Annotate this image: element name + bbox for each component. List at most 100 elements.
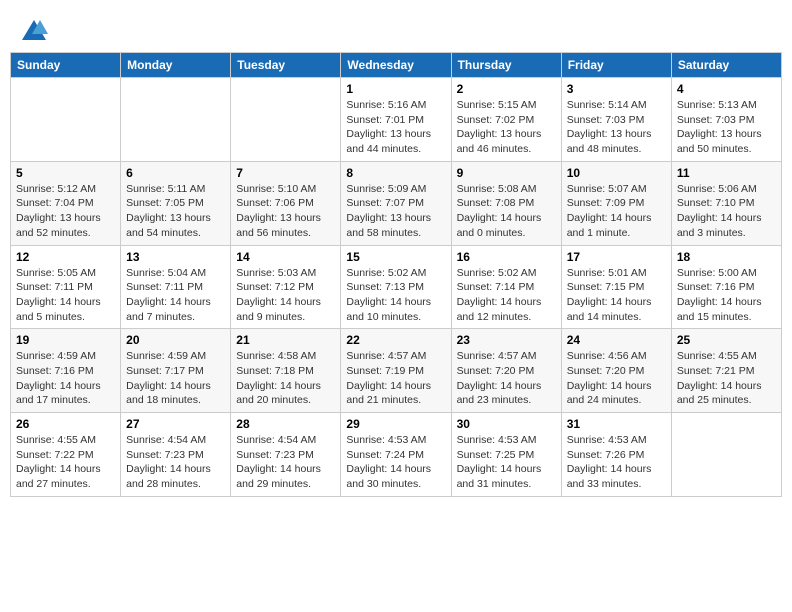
weekday-header-wednesday: Wednesday	[341, 53, 451, 78]
day-number: 9	[457, 166, 556, 180]
weekday-header-sunday: Sunday	[11, 53, 121, 78]
calendar-cell	[11, 78, 121, 162]
day-number: 6	[126, 166, 225, 180]
day-info: Sunrise: 5:13 AMSunset: 7:03 PMDaylight:…	[677, 98, 776, 157]
day-info: Sunrise: 4:58 AMSunset: 7:18 PMDaylight:…	[236, 349, 335, 408]
day-info: Sunrise: 4:55 AMSunset: 7:21 PMDaylight:…	[677, 349, 776, 408]
day-number: 3	[567, 82, 666, 96]
calendar-week-1: 1 Sunrise: 5:16 AMSunset: 7:01 PMDaylight…	[11, 78, 782, 162]
day-number: 26	[16, 417, 115, 431]
day-info: Sunrise: 5:00 AMSunset: 7:16 PMDaylight:…	[677, 266, 776, 325]
day-number: 23	[457, 333, 556, 347]
calendar-cell: 31 Sunrise: 4:53 AMSunset: 7:26 PMDayligh…	[561, 413, 671, 497]
day-number: 30	[457, 417, 556, 431]
calendar-cell: 2 Sunrise: 5:15 AMSunset: 7:02 PMDaylight…	[451, 78, 561, 162]
day-info: Sunrise: 5:07 AMSunset: 7:09 PMDaylight:…	[567, 182, 666, 241]
day-number: 7	[236, 166, 335, 180]
day-info: Sunrise: 5:15 AMSunset: 7:02 PMDaylight:…	[457, 98, 556, 157]
calendar-cell: 23Sunrise: 4:57 AMSunset: 7:20 PMDayligh…	[451, 329, 561, 413]
day-number: 13	[126, 250, 225, 264]
calendar-cell: 8Sunrise: 5:09 AMSunset: 7:07 PMDaylight…	[341, 161, 451, 245]
day-number: 31	[567, 417, 666, 431]
calendar-cell: 28 Sunrise: 4:54 AMSunset: 7:23 PMDayligh…	[231, 413, 341, 497]
calendar-cell: 4 Sunrise: 5:13 AMSunset: 7:03 PMDaylight…	[671, 78, 781, 162]
day-number: 2	[457, 82, 556, 96]
weekday-header-saturday: Saturday	[671, 53, 781, 78]
day-info: Sunrise: 5:02 AMSunset: 7:14 PMDaylight:…	[457, 266, 556, 325]
calendar-table: SundayMondayTuesdayWednesdayThursdayFrid…	[10, 52, 782, 497]
logo-icon	[20, 18, 48, 46]
day-info: Sunrise: 5:16 AMSunset: 7:01 PMDaylight:…	[346, 98, 445, 157]
day-info: Sunrise: 4:53 AMSunset: 7:26 PMDaylight:…	[567, 433, 666, 492]
calendar-cell: 6 Sunrise: 5:11 AMSunset: 7:05 PMDaylight…	[121, 161, 231, 245]
calendar-cell: 12Sunrise: 5:05 AMSunset: 7:11 PMDayligh…	[11, 245, 121, 329]
weekday-header-tuesday: Tuesday	[231, 53, 341, 78]
calendar-cell: 19Sunrise: 4:59 AMSunset: 7:16 PMDayligh…	[11, 329, 121, 413]
calendar-cell: 16 Sunrise: 5:02 AMSunset: 7:14 PMDayligh…	[451, 245, 561, 329]
calendar-cell: 13 Sunrise: 5:04 AMSunset: 7:11 PMDayligh…	[121, 245, 231, 329]
calendar-cell: 17 Sunrise: 5:01 AMSunset: 7:15 PMDayligh…	[561, 245, 671, 329]
day-number: 24	[567, 333, 666, 347]
day-number: 28	[236, 417, 335, 431]
weekday-header-friday: Friday	[561, 53, 671, 78]
calendar-cell: 29 Sunrise: 4:53 AMSunset: 7:24 PMDayligh…	[341, 413, 451, 497]
logo	[20, 18, 52, 46]
day-number: 15	[346, 250, 445, 264]
calendar-cell	[671, 413, 781, 497]
day-info: Sunrise: 5:10 AMSunset: 7:06 PMDaylight:…	[236, 182, 335, 241]
calendar-week-5: 26 Sunrise: 4:55 AMSunset: 7:22 PMDayligh…	[11, 413, 782, 497]
day-number: 17	[567, 250, 666, 264]
calendar-cell: 30 Sunrise: 4:53 AMSunset: 7:25 PMDayligh…	[451, 413, 561, 497]
calendar-week-4: 19Sunrise: 4:59 AMSunset: 7:16 PMDayligh…	[11, 329, 782, 413]
weekday-header-monday: Monday	[121, 53, 231, 78]
day-number: 1	[346, 82, 445, 96]
calendar-cell: 25Sunrise: 4:55 AMSunset: 7:21 PMDayligh…	[671, 329, 781, 413]
day-number: 20	[126, 333, 225, 347]
weekday-header-thursday: Thursday	[451, 53, 561, 78]
calendar-header: SundayMondayTuesdayWednesdayThursdayFrid…	[11, 53, 782, 78]
calendar-cell: 21Sunrise: 4:58 AMSunset: 7:18 PMDayligh…	[231, 329, 341, 413]
calendar-cell: 27 Sunrise: 4:54 AMSunset: 7:23 PMDayligh…	[121, 413, 231, 497]
calendar-cell: 22Sunrise: 4:57 AMSunset: 7:19 PMDayligh…	[341, 329, 451, 413]
day-number: 11	[677, 166, 776, 180]
calendar-cell	[231, 78, 341, 162]
calendar-cell: 10Sunrise: 5:07 AMSunset: 7:09 PMDayligh…	[561, 161, 671, 245]
calendar-cell: 20 Sunrise: 4:59 AMSunset: 7:17 PMDayligh…	[121, 329, 231, 413]
day-info: Sunrise: 5:14 AMSunset: 7:03 PMDaylight:…	[567, 98, 666, 157]
day-info: Sunrise: 5:01 AMSunset: 7:15 PMDaylight:…	[567, 266, 666, 325]
day-info: Sunrise: 4:53 AMSunset: 7:25 PMDaylight:…	[457, 433, 556, 492]
day-info: Sunrise: 5:03 AMSunset: 7:12 PMDaylight:…	[236, 266, 335, 325]
calendar-cell: 3 Sunrise: 5:14 AMSunset: 7:03 PMDaylight…	[561, 78, 671, 162]
calendar-cell: 11 Sunrise: 5:06 AMSunset: 7:10 PMDayligh…	[671, 161, 781, 245]
weekday-header-row: SundayMondayTuesdayWednesdayThursdayFrid…	[11, 53, 782, 78]
day-info: Sunrise: 4:59 AMSunset: 7:16 PMDaylight:…	[16, 349, 115, 408]
day-number: 14	[236, 250, 335, 264]
day-info: Sunrise: 5:05 AMSunset: 7:11 PMDaylight:…	[16, 266, 115, 325]
calendar-cell: 26 Sunrise: 4:55 AMSunset: 7:22 PMDayligh…	[11, 413, 121, 497]
day-info: Sunrise: 4:54 AMSunset: 7:23 PMDaylight:…	[126, 433, 225, 492]
day-info: Sunrise: 4:59 AMSunset: 7:17 PMDaylight:…	[126, 349, 225, 408]
day-number: 16	[457, 250, 556, 264]
day-info: Sunrise: 4:54 AMSunset: 7:23 PMDaylight:…	[236, 433, 335, 492]
day-info: Sunrise: 5:09 AMSunset: 7:07 PMDaylight:…	[346, 182, 445, 241]
day-number: 27	[126, 417, 225, 431]
calendar-cell: 24 Sunrise: 4:56 AMSunset: 7:20 PMDayligh…	[561, 329, 671, 413]
calendar-cell: 15 Sunrise: 5:02 AMSunset: 7:13 PMDayligh…	[341, 245, 451, 329]
day-info: Sunrise: 5:04 AMSunset: 7:11 PMDaylight:…	[126, 266, 225, 325]
day-info: Sunrise: 5:06 AMSunset: 7:10 PMDaylight:…	[677, 182, 776, 241]
day-info: Sunrise: 5:02 AMSunset: 7:13 PMDaylight:…	[346, 266, 445, 325]
day-number: 18	[677, 250, 776, 264]
day-number: 4	[677, 82, 776, 96]
page-header	[10, 10, 782, 52]
calendar-cell: 18 Sunrise: 5:00 AMSunset: 7:16 PMDayligh…	[671, 245, 781, 329]
day-info: Sunrise: 5:11 AMSunset: 7:05 PMDaylight:…	[126, 182, 225, 241]
calendar-cell: 7 Sunrise: 5:10 AMSunset: 7:06 PMDaylight…	[231, 161, 341, 245]
day-number: 5	[16, 166, 115, 180]
calendar-week-3: 12Sunrise: 5:05 AMSunset: 7:11 PMDayligh…	[11, 245, 782, 329]
day-info: Sunrise: 4:53 AMSunset: 7:24 PMDaylight:…	[346, 433, 445, 492]
day-number: 22	[346, 333, 445, 347]
day-info: Sunrise: 4:55 AMSunset: 7:22 PMDaylight:…	[16, 433, 115, 492]
day-number: 29	[346, 417, 445, 431]
calendar-body: 1 Sunrise: 5:16 AMSunset: 7:01 PMDaylight…	[11, 78, 782, 497]
day-info: Sunrise: 4:56 AMSunset: 7:20 PMDaylight:…	[567, 349, 666, 408]
